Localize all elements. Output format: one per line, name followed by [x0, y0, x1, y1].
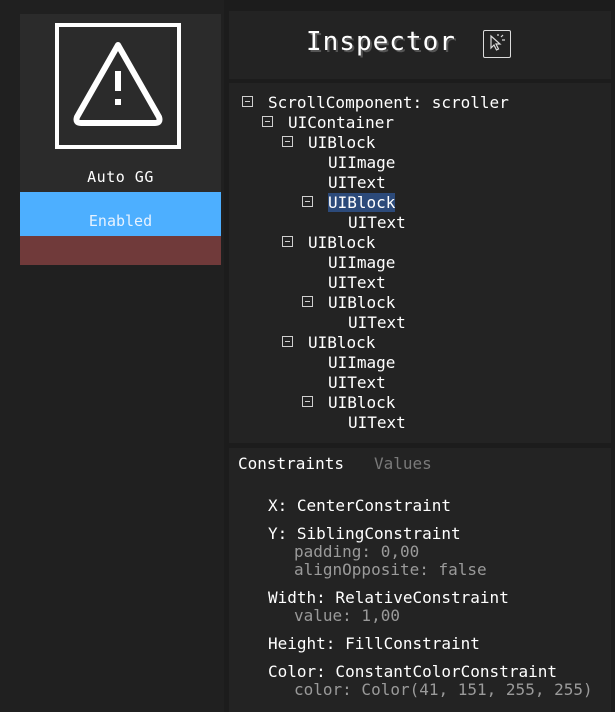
tree-row-label: UIImage: [328, 253, 396, 272]
mod-name: Auto GG: [87, 168, 154, 186]
tree-row-label: UIBlock: [308, 333, 376, 352]
constraint-y-align: alignOpposite: false: [294, 560, 487, 579]
tree-row[interactable]: UIImage: [328, 153, 395, 173]
constraint-color: Color: ConstantColorConstraint: [268, 662, 557, 681]
tree-row-label: UIText: [328, 173, 386, 192]
tree-row[interactable]: UIText: [328, 373, 386, 393]
tree-row[interactable]: UIText: [328, 173, 386, 193]
tree-row-selected[interactable]: UIBlock: [302, 193, 396, 213]
collapse-icon[interactable]: [262, 116, 273, 127]
properties-panel: Constraints Values X: CenterConstraint Y…: [229, 448, 611, 712]
tree-row[interactable]: UIBlock: [282, 233, 376, 253]
collapse-icon[interactable]: [302, 296, 313, 307]
tree-row[interactable]: UIText: [328, 273, 386, 293]
constraint-y-padding: padding: 0,00: [294, 542, 420, 561]
tree-row[interactable]: UIBlock: [302, 293, 396, 313]
tab-constraints[interactable]: Constraints: [238, 454, 344, 473]
tree-row-label: UIImage: [328, 353, 396, 372]
inspector-title: Inspector: [306, 27, 456, 57]
tree-row-label: UIText: [348, 313, 406, 332]
mod-status-label: Enabled: [88, 212, 153, 230]
inspector-header: Inspector: [229, 11, 611, 79]
constraint-width: Width: RelativeConstraint: [268, 588, 509, 607]
mod-status-toggle[interactable]: Enabled: [20, 192, 221, 236]
tree-row-label: UIBlock: [328, 193, 396, 212]
tree-row[interactable]: UIImage: [328, 253, 395, 273]
constraint-x: X: CenterConstraint: [268, 496, 452, 515]
constraint-y: Y: SiblingConstraint: [268, 524, 461, 543]
collapse-icon[interactable]: [282, 136, 293, 147]
mod-list-panel: Auto GG Enabled: [0, 0, 224, 712]
mod-status-bar: [20, 236, 221, 265]
tree-row-label: UIBlock: [328, 293, 396, 312]
tree-row-label: UIImage: [328, 153, 396, 172]
collapse-icon[interactable]: [242, 96, 253, 107]
collapse-icon[interactable]: [282, 236, 293, 247]
mod-card[interactable]: Auto GG Enabled: [20, 14, 221, 265]
tree-row[interactable]: UIImage: [328, 353, 395, 373]
component-tree: ScrollComponent: scroller UIContainer UI…: [229, 83, 611, 443]
tree-row-label: UIText: [328, 373, 386, 392]
tree-row[interactable]: UIContainer: [262, 113, 394, 133]
tree-row-label: UIBlock: [308, 233, 376, 252]
collapse-icon[interactable]: [302, 396, 313, 407]
warning-icon: [55, 23, 181, 149]
tree-row-label: UIBlock: [308, 133, 376, 152]
tree-row[interactable]: UIText: [348, 313, 406, 333]
tree-row[interactable]: UIText: [348, 413, 406, 433]
collapse-icon[interactable]: [282, 336, 293, 347]
element-picker-icon[interactable]: [483, 30, 511, 58]
tab-values[interactable]: Values: [374, 454, 432, 473]
tree-row-label: UIText: [348, 213, 406, 232]
tree-row[interactable]: ScrollComponent: scroller: [242, 93, 509, 113]
tree-row-label: UIBlock: [328, 393, 396, 412]
constraint-height: Height: FillConstraint: [268, 634, 480, 653]
tree-row-label: ScrollComponent: scroller: [268, 93, 509, 112]
tree-row[interactable]: UIText: [348, 213, 406, 233]
tree-row[interactable]: UIBlock: [282, 333, 376, 353]
tree-row-label: UIText: [348, 413, 406, 432]
inspector-panel: Inspector ScrollComponent: scroller UICo…: [229, 11, 611, 712]
tree-row[interactable]: UIBlock: [302, 393, 396, 413]
constraint-color-value: color: Color(41, 151, 255, 255): [294, 680, 593, 699]
tree-row-label: UIContainer: [288, 113, 394, 132]
collapse-icon[interactable]: [302, 196, 313, 207]
tree-row[interactable]: UIBlock: [282, 133, 376, 153]
constraint-width-value: value: 1,00: [294, 606, 400, 625]
tree-row-label: UIText: [328, 273, 386, 292]
